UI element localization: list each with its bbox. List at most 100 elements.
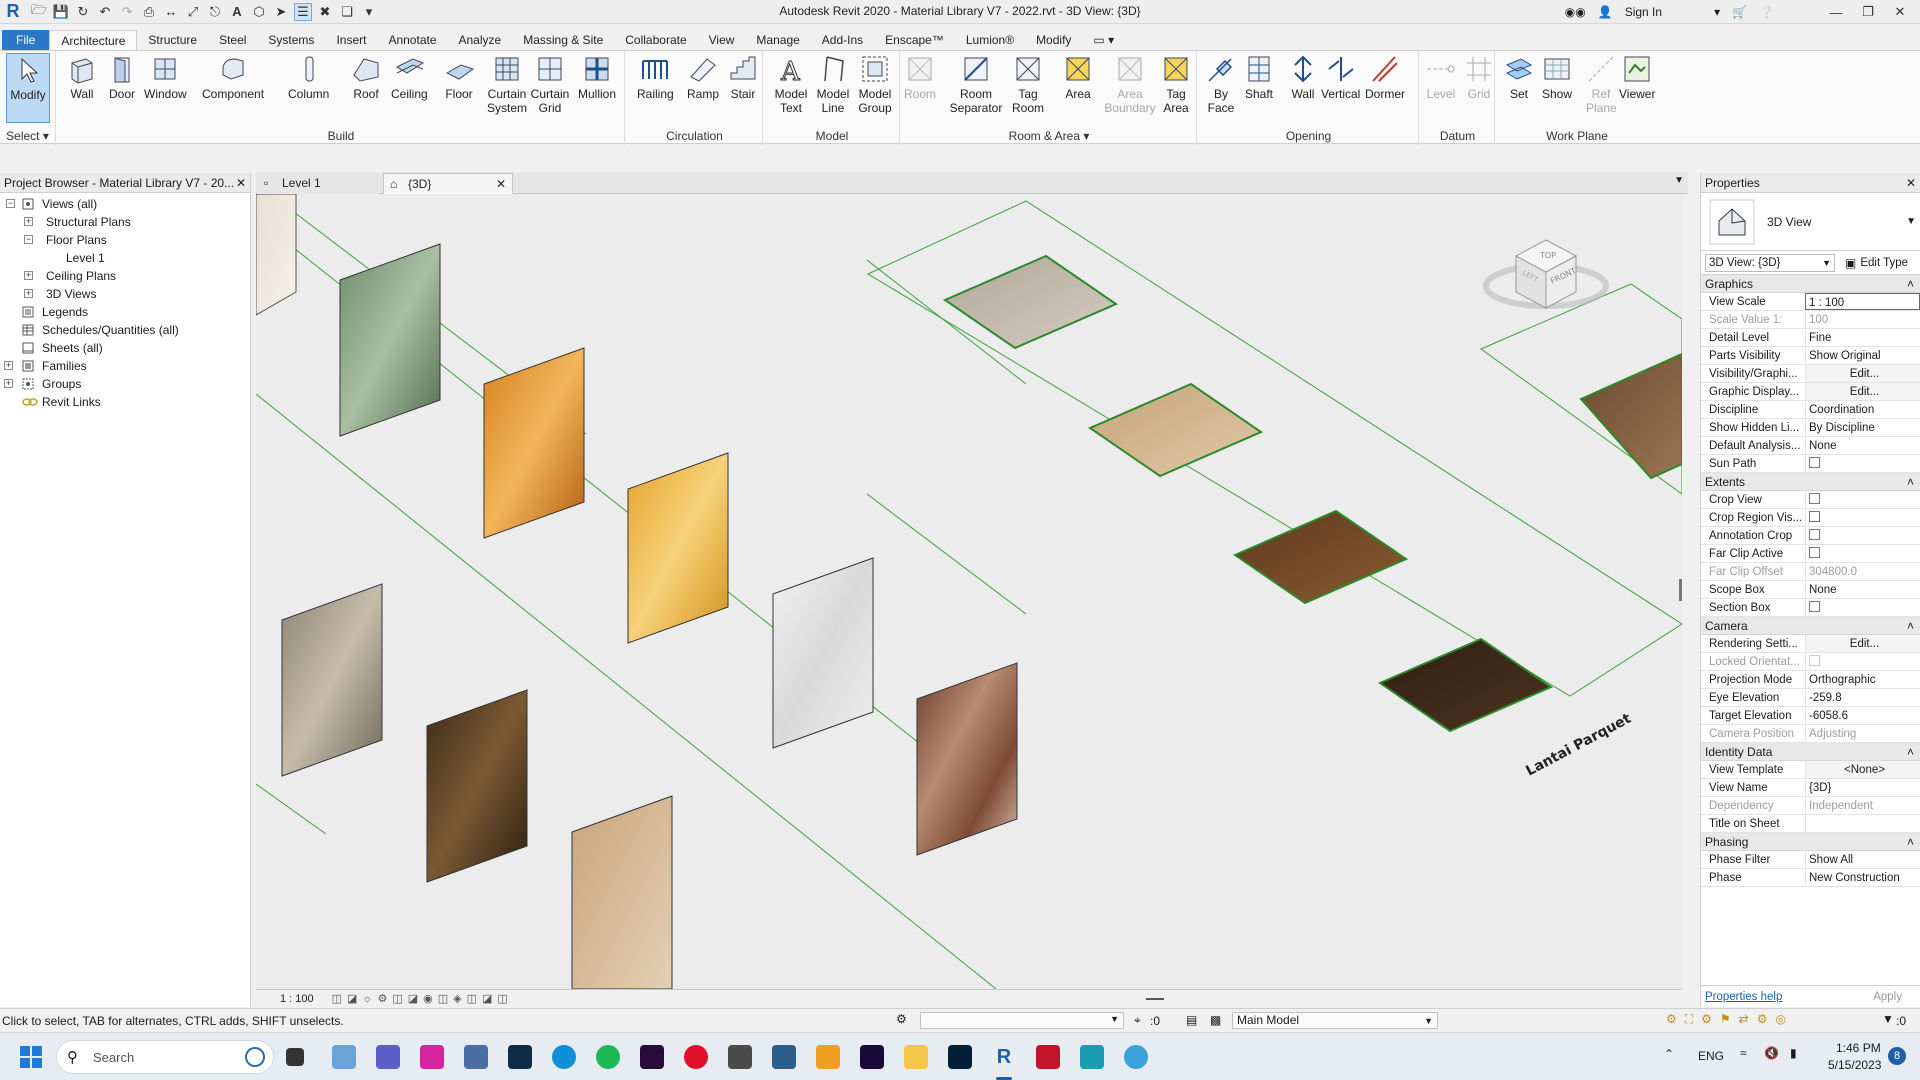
column-button[interactable]: Column [288,53,329,101]
property-value[interactable]: By Discipline [1805,419,1920,436]
property-value[interactable]: Edit... [1805,635,1920,652]
properties-help-link[interactable]: Properties help [1705,991,1782,1003]
collapse-icon[interactable]: ˄ [1907,617,1914,635]
undo-icon[interactable]: ↶ [96,3,114,21]
property-checkbox[interactable] [1809,529,1820,541]
property-checkbox[interactable] [1809,457,1820,469]
3d-model-view[interactable]: Lantai Parquet TOP FRONT LEFT [256,194,1682,989]
property-value[interactable] [1805,599,1920,616]
tag-room-button[interactable]: Tag Room [1008,53,1048,115]
clock-time[interactable]: 1:46 PM [1836,1041,1881,1055]
tab-systems[interactable]: Systems [257,30,325,50]
spotify-icon[interactable] [596,1045,620,1069]
floor-button[interactable]: Floor [443,53,475,101]
shaft-button[interactable]: Shaft [1243,53,1275,101]
media-player-icon[interactable] [816,1045,840,1069]
by-face-button[interactable]: By Face [1205,53,1237,115]
sync-icon[interactable]: ↻ [74,3,92,21]
ceiling-button[interactable]: Ceiling [391,53,428,101]
photoshop-icon[interactable] [948,1045,972,1069]
property-value[interactable] [1805,491,1920,508]
3d-view-icon[interactable]: ⬡ [250,3,268,21]
chevron-down-icon[interactable]: ▼ [1906,216,1916,227]
task-view-icon[interactable] [286,1048,304,1066]
tab-view[interactable]: View [698,30,746,50]
property-value[interactable]: Fine [1805,329,1920,346]
tree-item-groups[interactable]: + Groups [0,375,250,393]
show-button[interactable]: Show [1541,53,1573,101]
collapse-icon[interactable]: ˄ [1907,743,1914,761]
wall-button[interactable]: Wall [66,53,98,101]
property-value[interactable]: New Construction [1805,869,1920,886]
cart-icon[interactable]: 🛒 [1732,5,1747,19]
autocad-icon[interactable] [1036,1045,1060,1069]
volume-icon[interactable]: 🔇 [1764,1046,1779,1060]
tab-steel[interactable]: Steel [208,30,257,50]
tab-file[interactable]: File [2,30,50,50]
editable-only-icon[interactable]: ⌖ [1134,1013,1141,1028]
model-group-button[interactable]: Model Group [855,53,895,115]
tab-modify[interactable]: Modify [1025,30,1082,50]
worksharing-icon[interactable]: ⚙ [896,1012,907,1026]
tab-insert[interactable]: Insert [325,30,377,50]
viewcube-top-label[interactable]: TOP [1539,251,1556,260]
property-checkbox[interactable] [1809,493,1820,505]
taskbar-search[interactable]: ⚲ Search [56,1040,274,1074]
edge-icon[interactable] [552,1045,576,1069]
view-scale-label[interactable]: 1 : 100 [280,993,314,1005]
tab-structure[interactable]: Structure [137,30,208,50]
user-icon[interactable]: 👤 [1598,5,1613,19]
property-value[interactable]: Show Original [1805,347,1920,364]
edit-type-button[interactable]: Edit Type [1860,257,1908,269]
windows-start-icon[interactable] [20,1046,42,1068]
room-button[interactable]: Room [904,53,936,101]
view-control-icons[interactable]: ◫◪☼⚙◫◪◉◫◈◫◪◫ [332,992,513,1005]
set-button[interactable]: Set [1503,53,1535,101]
property-checkbox[interactable] [1809,547,1820,559]
tab-enscape[interactable]: Enscape™ [874,30,955,50]
file-explorer-icon[interactable] [904,1045,928,1069]
tag-area-button[interactable]: Tag Area [1156,53,1196,115]
viewcube[interactable]: TOP FRONT LEFT [1483,239,1609,309]
tree-item-sheets[interactable]: Sheets (all) [0,339,250,357]
tree-item-legends[interactable]: Legends [0,303,250,321]
ramp-button[interactable]: Ramp [687,53,719,101]
ribbon-toggle-icon[interactable]: ▭ ▾ [1082,30,1125,50]
tree-item-3d-views[interactable]: + 3D Views [0,285,250,303]
tab-collaborate[interactable]: Collaborate [614,30,697,50]
property-value[interactable]: -6058.6 [1805,707,1920,724]
room-area-dropdown[interactable]: Room & Area ▾ [902,129,1196,143]
open-icon[interactable]: 🗁 [30,2,48,21]
tab-manage[interactable]: Manage [745,30,810,50]
collapse-icon[interactable]: ˄ [1907,833,1914,851]
door-button[interactable]: Door [106,53,138,101]
property-group-header[interactable]: Camera ˄ [1701,617,1920,635]
measure-icon[interactable]: ↔ [162,3,180,21]
window-button[interactable]: Window [144,53,187,101]
sign-in-link[interactable]: Sign In [1625,5,1662,19]
property-value[interactable] [1805,509,1920,526]
tab-list-icon[interactable]: ▼ [1674,175,1684,186]
tree-item-floor-plans[interactable]: − Floor Plans [0,231,250,249]
minimize-button[interactable]: — [1826,5,1846,20]
dimension-icon[interactable]: ⤢ [184,3,202,21]
revit-taskbar-icon[interactable]: R [992,1045,1016,1069]
property-value[interactable]: None [1805,437,1920,454]
property-value[interactable]: <None> [1805,761,1920,778]
help-icon[interactable]: ❔ [1759,5,1774,19]
battery-icon[interactable]: ▮ [1790,1046,1797,1060]
tab-lumion[interactable]: Lumion® [955,30,1025,50]
workset-dropdown[interactable]: ▼ [920,1012,1124,1029]
tray-chevron-icon[interactable]: ⌃ [1664,1047,1674,1061]
opera-icon[interactable] [684,1045,708,1069]
language-indicator[interactable]: ENG [1698,1049,1724,1063]
area-boundary-button[interactable]: Area Boundary [1100,53,1160,115]
tab-architecture[interactable]: Architecture [49,30,138,50]
property-value[interactable]: Edit... [1805,383,1920,400]
tree-item-revit-links[interactable]: Revit Links [0,393,250,411]
tree-item-ceiling-plans[interactable]: + Ceiling Plans [0,267,250,285]
apply-button[interactable]: Apply [1859,991,1916,1003]
sketchup-icon[interactable] [728,1045,752,1069]
lightroom-classic-icon[interactable] [508,1045,532,1069]
area-button[interactable]: Area [1062,53,1094,101]
